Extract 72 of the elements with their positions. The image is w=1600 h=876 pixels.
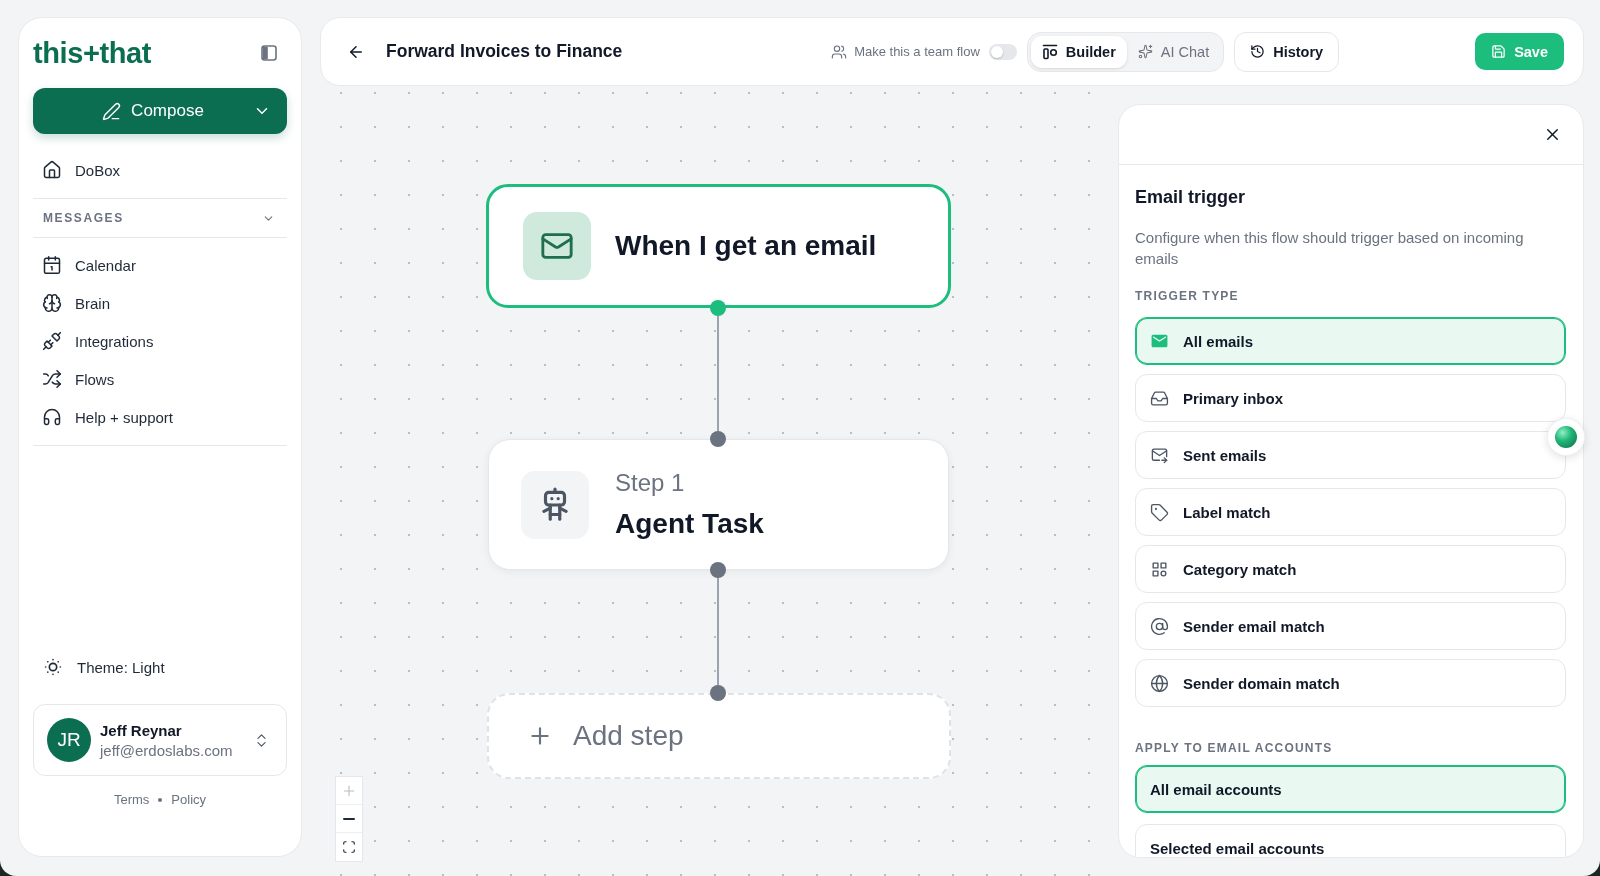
- sun-icon: [42, 656, 64, 678]
- calendar-icon: [42, 255, 62, 275]
- envelope-icon: [523, 212, 591, 280]
- nav-item[interactable]: Brain: [33, 284, 287, 322]
- save-icon: [1491, 44, 1507, 59]
- nav-item[interactable]: Flows: [33, 360, 287, 398]
- trigger-type-option[interactable]: Label match: [1135, 488, 1566, 536]
- account-option[interactable]: All email accounts: [1135, 765, 1566, 813]
- user-email: jeff@erdoslabs.com: [100, 741, 234, 759]
- footer-link[interactable]: Terms: [113, 792, 150, 807]
- trigger-type-option[interactable]: Primary inbox: [1135, 374, 1566, 422]
- team-flow-switch[interactable]: [988, 43, 1017, 60]
- footer-link[interactable]: Policy: [171, 792, 207, 807]
- brain-icon: [42, 293, 62, 313]
- nav-item[interactable]: Integrations: [33, 322, 287, 360]
- collapse-sidebar-button[interactable]: [261, 45, 277, 61]
- history-button[interactable]: History: [1234, 31, 1340, 72]
- avatar: JR: [47, 718, 91, 762]
- inbox-icon: [1150, 388, 1169, 408]
- trigger-type-option[interactable]: Sent emails: [1135, 431, 1566, 479]
- minus-icon: [343, 817, 355, 820]
- nav-item[interactable]: DoBox: [33, 151, 287, 189]
- envelope-arrow-icon: [1150, 445, 1169, 465]
- orb-icon: [1555, 426, 1577, 448]
- tag-icon: [1150, 502, 1169, 522]
- view-tab[interactable]: AI Chat: [1126, 35, 1221, 68]
- step-node[interactable]: Step 1 Agent Task: [488, 439, 949, 570]
- section-header[interactable]: MESSAGES: [33, 199, 287, 237]
- panel-description: Configure when this flow should trigger based on incoming emails: [1135, 228, 1525, 269]
- theme-button[interactable]: Theme: Light: [33, 648, 287, 686]
- globe-icon: [1150, 673, 1169, 693]
- layout-icon: [1041, 43, 1058, 60]
- add-step-button[interactable]: Add step: [487, 693, 951, 779]
- logo: this+that: [33, 36, 152, 70]
- history-icon: [1250, 44, 1266, 59]
- account-card[interactable]: JR Jeff Reynar jeff@erdoslabs.com: [33, 704, 287, 776]
- robot-icon: [521, 470, 589, 539]
- at-sign-icon: [1150, 616, 1169, 636]
- section-heading: TRIGGER TYPE: [1135, 289, 1240, 303]
- shuffle-icon: [42, 369, 62, 389]
- nav-item[interactable]: Help + support: [33, 398, 287, 436]
- handle-dot-icon[interactable]: [710, 685, 726, 701]
- panel-title: Email trigger: [1135, 186, 1247, 209]
- users-icon: [831, 43, 848, 60]
- trigger-type-option[interactable]: Category match: [1135, 545, 1566, 593]
- account-option[interactable]: Selected email accounts: [1135, 824, 1566, 857]
- shapes-grid-icon: [1150, 559, 1169, 579]
- handle-dot-icon[interactable]: [710, 562, 726, 578]
- sidebar-panel-icon: [261, 45, 277, 61]
- trigger-type-option[interactable]: Sender domain match: [1135, 659, 1566, 707]
- plug-icon: [42, 331, 62, 351]
- compose-button[interactable]: Compose: [33, 88, 287, 134]
- node-title: When I get an email: [615, 230, 877, 262]
- view-tab[interactable]: Builder: [1030, 35, 1127, 68]
- team-flow-label: Make this a team flow: [854, 44, 980, 59]
- sparkles-icon: [1137, 44, 1153, 59]
- fullscreen-icon: [342, 840, 356, 854]
- node-title: Agent Task: [615, 508, 764, 540]
- house-icon: [42, 160, 62, 180]
- step-number: Step 1: [615, 469, 686, 497]
- separator-dot-icon: [158, 797, 163, 802]
- section-heading: APPLY TO EMAIL ACCOUNTS: [1135, 741, 1334, 755]
- trigger-type-option[interactable]: All emails: [1135, 317, 1566, 365]
- trigger-node[interactable]: When I get an email: [486, 184, 951, 308]
- nav-item[interactable]: Calendar: [33, 246, 287, 284]
- flow-title: Forward Invoices to Finance: [386, 41, 624, 62]
- pencil-icon: [102, 101, 122, 121]
- handle-dot-icon[interactable]: [710, 300, 726, 316]
- handle-dot-icon[interactable]: [710, 431, 726, 447]
- user-name: Jeff Reynar: [100, 721, 183, 739]
- trigger-type-option[interactable]: Sender email match: [1135, 602, 1566, 650]
- headphones-icon: [42, 407, 62, 427]
